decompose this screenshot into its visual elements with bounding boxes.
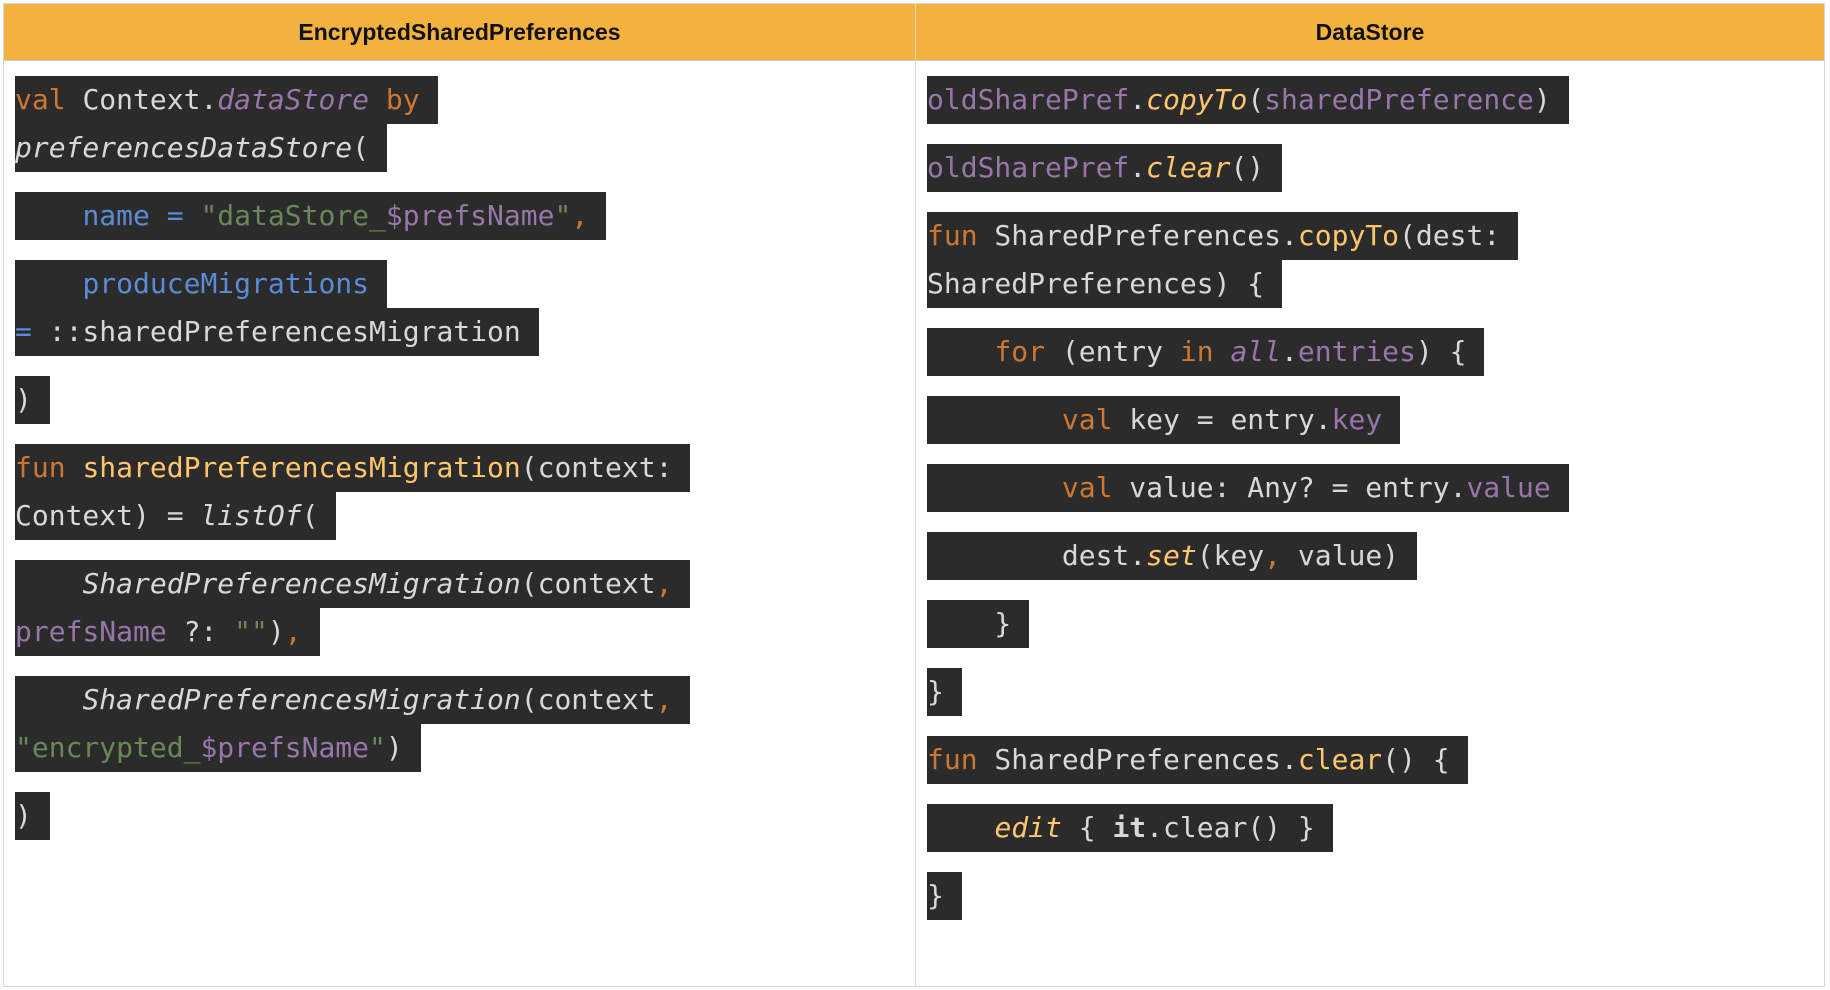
code-line: Context) = listOf( bbox=[15, 492, 690, 540]
code-line: "encrypted_$prefsName") bbox=[15, 724, 690, 772]
code-line: fun SharedPreferences.clear() { bbox=[927, 736, 1569, 784]
column-header-left: EncryptedSharedPreferences bbox=[4, 4, 915, 61]
datastore-column: DataStore oldSharePref.copyTo(sharedPref… bbox=[916, 4, 1824, 986]
code-line: prefsName ?: ""), bbox=[15, 608, 690, 656]
code-line: SharedPreferencesMigration(context, bbox=[15, 560, 691, 608]
column-header-right: DataStore bbox=[916, 4, 1824, 61]
code-line: ) bbox=[15, 376, 690, 424]
code-block-right: oldSharePref.copyTo(sharedPreference) ol… bbox=[927, 76, 1569, 920]
code-line: name = "dataStore_$prefsName", bbox=[15, 192, 690, 240]
code-line: produceMigrations bbox=[15, 260, 690, 308]
code-line: edit { it.clear() } bbox=[927, 804, 1569, 852]
code-line: SharedPreferences) { bbox=[927, 260, 1569, 308]
code-block-left: val Context.dataStore by preferencesData… bbox=[15, 76, 691, 840]
code-line: ) bbox=[15, 792, 690, 840]
code-line: val value: Any? = entry.value bbox=[927, 464, 1569, 512]
code-line: } bbox=[927, 872, 1569, 920]
code-line: for (entry in all.entries) { bbox=[927, 328, 1569, 376]
code-line: preferencesDataStore( bbox=[15, 124, 690, 172]
code-line: = ::sharedPreferencesMigration bbox=[15, 308, 690, 356]
code-line: fun SharedPreferences.copyTo(dest: bbox=[927, 212, 1569, 260]
code-line: } bbox=[927, 668, 1569, 716]
code-line: oldSharePref.clear() bbox=[927, 144, 1569, 192]
code-line: fun sharedPreferencesMigration(context: bbox=[15, 444, 691, 492]
code-line: oldSharePref.copyTo(sharedPreference) bbox=[927, 76, 1569, 124]
encrypted-shared-preferences-column: EncryptedSharedPreferences val Context.d… bbox=[4, 4, 916, 986]
code-line: dest.set(key, value) bbox=[927, 532, 1569, 580]
code-line: val Context.dataStore by bbox=[15, 76, 690, 124]
code-line: } bbox=[927, 600, 1569, 648]
comparison-table: EncryptedSharedPreferences val Context.d… bbox=[3, 3, 1825, 987]
code-line: SharedPreferencesMigration(context, bbox=[15, 676, 691, 724]
code-line: val key = entry.key bbox=[927, 396, 1569, 444]
